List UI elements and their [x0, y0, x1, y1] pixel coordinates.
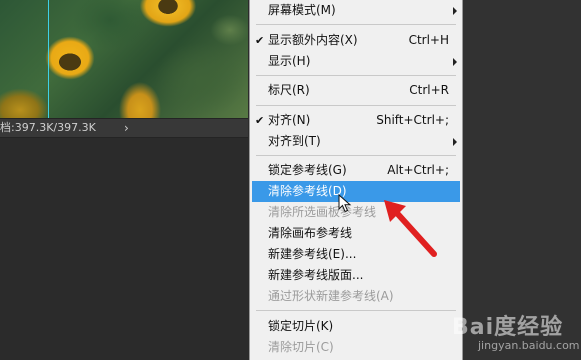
baidu-jingyan-watermark: Bai度经验 jingyan.baidu.com	[452, 309, 580, 357]
menu-separator	[256, 105, 456, 106]
status-expand-arrow[interactable]: ›	[124, 119, 129, 137]
menu-separator	[256, 310, 456, 311]
menu-item-shortcut: Ctrl+R	[409, 83, 449, 97]
canvas-photo	[0, 0, 248, 118]
menu-item-label: 对齐(N)	[268, 113, 311, 127]
menu-item-show-extras[interactable]: ✔ 显示额外内容(X) Ctrl+H	[251, 30, 461, 51]
checkmark-icon: ✔	[255, 34, 265, 47]
mouse-pointer-icon	[338, 194, 352, 213]
menu-item-shortcut: Ctrl+H	[408, 33, 449, 47]
menu-item-label: 清除画布参考线	[268, 226, 353, 240]
menu-item-show[interactable]: 显示(H)	[251, 51, 461, 72]
menu-item-snap[interactable]: ✔ 对齐(N) Shift+Ctrl+;	[251, 110, 461, 131]
menu-separator	[256, 24, 456, 25]
menu-item-snap-to[interactable]: 对齐到(T)	[251, 131, 461, 152]
menu-item-label: 清除参考线(D)	[268, 184, 347, 198]
menu-item-rulers[interactable]: 标尺(R) Ctrl+R	[251, 80, 461, 101]
menu-item-label: 新建参考线版面...	[268, 268, 364, 282]
menu-item-label: 锁定切片(K)	[268, 319, 334, 333]
red-arrow-icon	[384, 200, 437, 257]
menu-item-label: 通过形状新建参考线(A)	[268, 289, 394, 303]
menu-item-lock-slices[interactable]: 锁定切片(K)	[251, 316, 461, 337]
right-panel	[463, 0, 581, 360]
menu-item-clear-slices[interactable]: 清除切片(C)	[251, 337, 461, 358]
watermark-brand: Bai度经验	[452, 315, 564, 340]
menu-item-label: 显示(H)	[268, 54, 311, 68]
guide-line[interactable]	[48, 0, 49, 118]
menu-item-label: 新建参考线(E)...	[268, 247, 357, 261]
document-status-bar: 档:397.3K/397.3K ›	[0, 118, 248, 138]
menu-item-lock-guides[interactable]: 锁定参考线(G) Alt+Ctrl+;	[251, 160, 461, 181]
submenu-arrow-icon	[453, 58, 457, 66]
menu-item-label: 清除所选画板参考线	[268, 205, 377, 219]
submenu-arrow-icon	[453, 138, 457, 146]
menu-item-label: 锁定参考线(G)	[268, 163, 347, 177]
menu-item-label: 显示额外内容(X)	[268, 33, 358, 47]
menu-item-shortcut: Alt+Ctrl+;	[387, 163, 449, 177]
menu-item-new-guides-from-shape[interactable]: 通过形状新建参考线(A)	[251, 286, 461, 307]
menu-separator	[256, 155, 456, 156]
checkmark-icon: ✔	[255, 114, 265, 127]
submenu-arrow-icon	[453, 7, 457, 15]
menu-item-screen-mode[interactable]: 屏幕模式(M)	[251, 0, 461, 21]
menu-item-shortcut: Shift+Ctrl+;	[376, 113, 449, 127]
menu-item-new-guide-layout[interactable]: 新建参考线版面...	[251, 265, 461, 286]
watermark-url: jingyan.baidu.com	[478, 339, 580, 352]
menu-item-label: 屏幕模式(M)	[268, 3, 336, 17]
menu-item-label: 标尺(R)	[268, 83, 310, 97]
menu-item-label: 对齐到(T)	[268, 134, 321, 148]
document-size-text: 档:397.3K/397.3K	[0, 121, 96, 134]
view-menu-dropdown: 屏幕模式(M) ✔ 显示额外内容(X) Ctrl+H 显示(H) 标尺(R) C…	[249, 0, 463, 360]
menu-item-label: 清除切片(C)	[268, 340, 334, 354]
menu-separator	[256, 75, 456, 76]
